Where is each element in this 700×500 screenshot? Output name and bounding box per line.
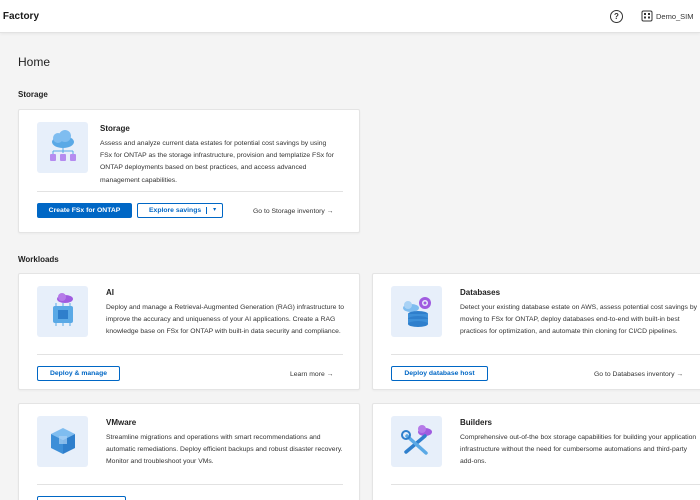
top-bar: d Factory ? Demo_SIM	[0, 0, 700, 33]
databases-card-description: Detect your existing database estate on …	[460, 304, 698, 336]
account-building-icon[interactable]	[641, 10, 653, 22]
builders-card: Builders Comprehensive out-of-the box st…	[372, 403, 700, 500]
ai-card-title: AI	[106, 288, 114, 297]
databases-card: Databases Detect your existing database …	[372, 273, 700, 390]
account-name[interactable]: Demo_SIM	[656, 12, 694, 21]
section-title-workloads: Workloads	[18, 255, 59, 264]
deploy-database-host-button[interactable]: Deploy database host	[391, 366, 488, 381]
storage-card-divider	[37, 191, 343, 192]
learn-more-link[interactable]: Learn more →	[290, 371, 333, 378]
builders-card-title: Builders	[460, 418, 493, 427]
vmware-card: VMware Streamline migrations and operati…	[18, 403, 360, 500]
deploy-manage-button[interactable]: Deploy & manage	[37, 366, 120, 381]
storage-card-title: Storage	[100, 124, 130, 133]
database-illustration	[391, 286, 442, 337]
cloud-storage-illustration	[37, 122, 88, 173]
storage-inventory-link[interactable]: Go to Storage inventory →	[253, 208, 333, 215]
help-icon[interactable]: ?	[610, 10, 623, 23]
vm-cube-illustration	[37, 416, 88, 467]
builder-tools-illustration	[391, 416, 442, 467]
app-title: d Factory	[0, 11, 40, 22]
section-title-storage: Storage	[18, 90, 48, 99]
vmware-card-description: Streamline migrations and operations wit…	[106, 434, 343, 466]
ai-card-divider	[37, 354, 343, 355]
databases-card-divider	[391, 354, 700, 355]
vmware-card-title: VMware	[106, 418, 137, 427]
builders-card-description: Comprehensive out-of-the box storage cap…	[460, 434, 697, 466]
builders-card-divider	[391, 484, 700, 485]
storage-card: Storage Assess and analyze current data …	[18, 109, 360, 233]
explore-savings-split-button[interactable]: Explore savings ▾	[137, 203, 223, 218]
vmware-card-divider	[37, 484, 343, 485]
ai-card: AI Deploy and manage a Retrieval-Augment…	[18, 273, 360, 390]
vmware-action-button[interactable]	[37, 496, 126, 500]
create-fsx-button[interactable]: Create FSx for ONTAP	[37, 203, 132, 218]
databases-inventory-link[interactable]: Go to Databases inventory →	[594, 371, 683, 378]
storage-card-description: Assess and analyze current data estates …	[100, 140, 334, 184]
chevron-down-icon[interactable]: ▾	[207, 204, 222, 217]
databases-card-title: Databases	[460, 288, 501, 297]
page-title: Home	[18, 55, 51, 69]
ai-card-description: Deploy and manage a Retrieval-Augmented …	[106, 304, 345, 336]
explore-savings-button[interactable]: Explore savings	[138, 204, 206, 217]
ai-chip-illustration	[37, 286, 88, 337]
